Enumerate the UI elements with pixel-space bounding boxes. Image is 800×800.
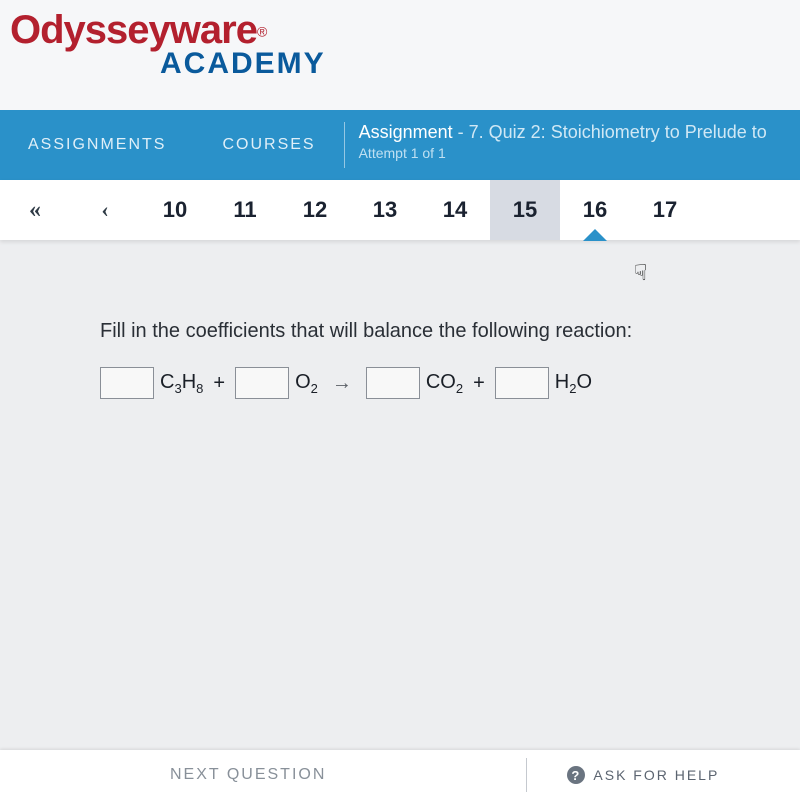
pager-item-16[interactable]: 16 — [560, 180, 630, 240]
app-window: Odysseyware® ACADEMY ASSIGNMENTS COURSES… — [0, 0, 800, 800]
ask-for-help-button[interactable]: ? ASK FOR HELP — [567, 766, 719, 784]
ask-help-label: ASK FOR HELP — [593, 767, 719, 783]
assignment-header: Assignment - 7. Quiz 2: Stoichiometry to… — [345, 110, 767, 180]
species-c3h8: C3H8 — [160, 371, 203, 396]
plus-1: + — [209, 372, 229, 395]
tab-assignments[interactable]: ASSIGNMENTS — [0, 110, 194, 180]
logo-line1: Odysseyware® — [10, 10, 800, 50]
pager-item-17[interactable]: 17 — [630, 180, 700, 240]
question-content: Fill in the coefficients that will balan… — [0, 240, 800, 750]
logo-line2: ACADEMY — [160, 50, 800, 77]
registered-mark: ® — [257, 24, 267, 40]
help-icon: ? — [567, 766, 585, 784]
question-pager: « ‹ 10 11 12 13 14 15 16 17 — [0, 180, 800, 240]
coef-input-2[interactable] — [235, 367, 289, 399]
footer-divider — [526, 758, 527, 792]
pager-item-15[interactable]: 15 — [490, 180, 560, 240]
coef-input-1[interactable] — [100, 367, 154, 399]
assignment-title: Assignment - 7. Quiz 2: Stoichiometry to… — [359, 122, 767, 143]
pager-prev-button[interactable]: ‹ — [70, 197, 140, 223]
pager-item-13[interactable]: 13 — [350, 180, 420, 240]
coef-input-4[interactable] — [495, 367, 549, 399]
next-question-button[interactable]: NEXT QUESTION — [170, 766, 326, 784]
navbar: ASSIGNMENTS COURSES Assignment - 7. Quiz… — [0, 110, 800, 180]
reaction-arrow: → — [324, 372, 360, 395]
coef-input-3[interactable] — [366, 367, 420, 399]
question-prompt: Fill in the coefficients that will balan… — [100, 320, 700, 343]
plus-2: + — [469, 372, 489, 395]
assignment-name: - 7. Quiz 2: Stoichiometry to Prelude to — [458, 122, 767, 142]
equation-row: C3H8 + O2 → CO2 + H2O — [100, 367, 700, 399]
logo-area: Odysseyware® ACADEMY — [0, 0, 800, 110]
pager-item-12[interactable]: 12 — [280, 180, 350, 240]
attempt-text: Attempt 1 of 1 — [359, 145, 767, 161]
pager-item-14[interactable]: 14 — [420, 180, 490, 240]
assignment-label: Assignment — [359, 122, 453, 142]
pager-item-10[interactable]: 10 — [140, 180, 210, 240]
tab-courses[interactable]: COURSES — [194, 110, 343, 180]
brand-word: Odysseyware — [10, 8, 257, 52]
footer-bar: NEXT QUESTION ? ASK FOR HELP — [0, 750, 800, 800]
pager-first-button[interactable]: « — [0, 197, 70, 224]
pager-item-11[interactable]: 11 — [210, 180, 280, 240]
species-o2: O2 — [295, 371, 318, 396]
species-h2o: H2O — [555, 371, 592, 396]
species-co2: CO2 — [426, 371, 463, 396]
